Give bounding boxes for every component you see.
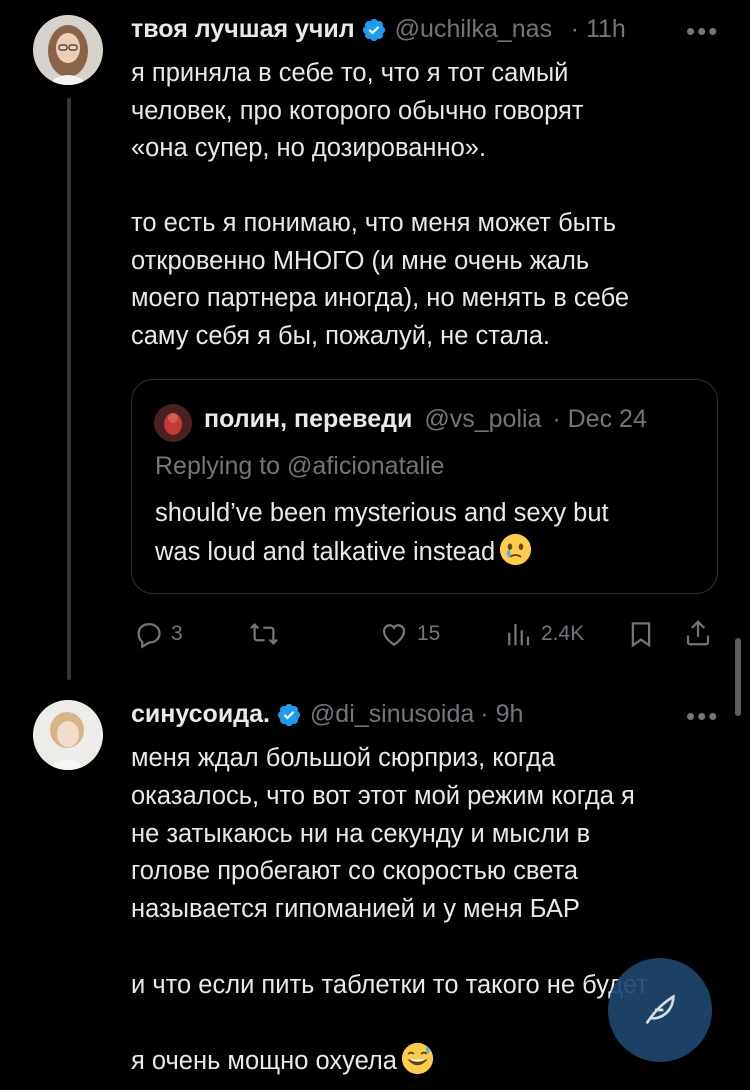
tweet2-more-icon[interactable]: ••• xyxy=(686,701,719,732)
share-icon xyxy=(686,620,710,646)
face-holding-back-tears-emoji-icon xyxy=(500,533,532,565)
replying-to-mention[interactable]: @aficionatalie xyxy=(287,452,444,480)
avatar-tweet2[interactable] xyxy=(33,700,103,770)
retweet-button[interactable] xyxy=(249,619,287,649)
tweet1-handle[interactable]: @uchilka_nas xyxy=(395,15,567,44)
views-chart-icon xyxy=(508,624,530,646)
replying-to-line: Replying to @aficionatalie xyxy=(155,452,444,481)
quote-author-name[interactable]: полин, переведи xyxy=(204,405,412,434)
heart-icon xyxy=(382,624,406,646)
tweet1-text: я приняла в себе то, что я тот самый чел… xyxy=(131,59,630,350)
avatar-tweet1[interactable] xyxy=(33,15,103,85)
tweet1-author-name[interactable]: твоя лучшая учил xyxy=(131,15,355,44)
tweet2-text: меня ждал большой сюрприз, когда оказало… xyxy=(131,744,648,1076)
verified-badge-icon xyxy=(362,18,385,41)
bookmark-icon xyxy=(631,622,651,648)
views-button[interactable]: 2.4K xyxy=(503,619,584,649)
quote-timestamp[interactable]: · Dec 24 xyxy=(552,405,646,434)
compose-button[interactable] xyxy=(608,958,712,1062)
tweet1-header: твоя лучшая учил @uchilka_nas · 11h xyxy=(131,15,626,44)
tweet2-handle[interactable]: @di_sinusoida xyxy=(310,700,474,729)
tweet1-timestamp[interactable]: · 11h xyxy=(571,15,626,44)
tweet2-timestamp[interactable]: · 9h xyxy=(480,700,523,729)
reply-icon xyxy=(137,623,161,649)
compose-feather-icon xyxy=(645,994,675,1025)
views-count: 2.4K xyxy=(541,622,585,645)
tweet1-action-bar: 3 15 2.4K xyxy=(131,616,721,656)
share-button[interactable] xyxy=(683,618,713,648)
tweet2-header: синусоида. @di_sinusoida · 9h xyxy=(131,700,523,729)
replying-to-label: Replying to xyxy=(155,452,281,480)
quote-header: полин, переведи @vs_polia · Dec 24 xyxy=(204,405,704,434)
bookmark-button[interactable] xyxy=(626,619,656,649)
verified-badge-icon xyxy=(277,703,301,726)
avatar-quote[interactable] xyxy=(154,404,192,442)
quote-handle[interactable]: @vs_polia xyxy=(424,405,548,434)
grinning-face-with-sweat-emoji-icon xyxy=(401,1043,434,1075)
reply-button[interactable]: 3 xyxy=(133,619,183,649)
like-count: 15 xyxy=(417,622,441,645)
like-button[interactable]: 15 xyxy=(379,619,440,649)
quote-text: should’ve been mysterious and sexy but w… xyxy=(155,499,609,566)
tweet2-author-name[interactable]: синусоида. xyxy=(131,700,270,729)
quote-text-wrapper: should’ve been mysterious and sexy but w… xyxy=(155,494,609,571)
retweet-icon xyxy=(250,623,278,645)
tweet1-more-icon[interactable]: ••• xyxy=(686,16,719,47)
scrollbar[interactable] xyxy=(735,638,741,716)
reply-count: 3 xyxy=(171,622,183,645)
thread-line xyxy=(67,98,71,680)
quoted-tweet-card[interactable]: полин, переведи @vs_polia · Dec 24 Reply… xyxy=(131,379,718,594)
